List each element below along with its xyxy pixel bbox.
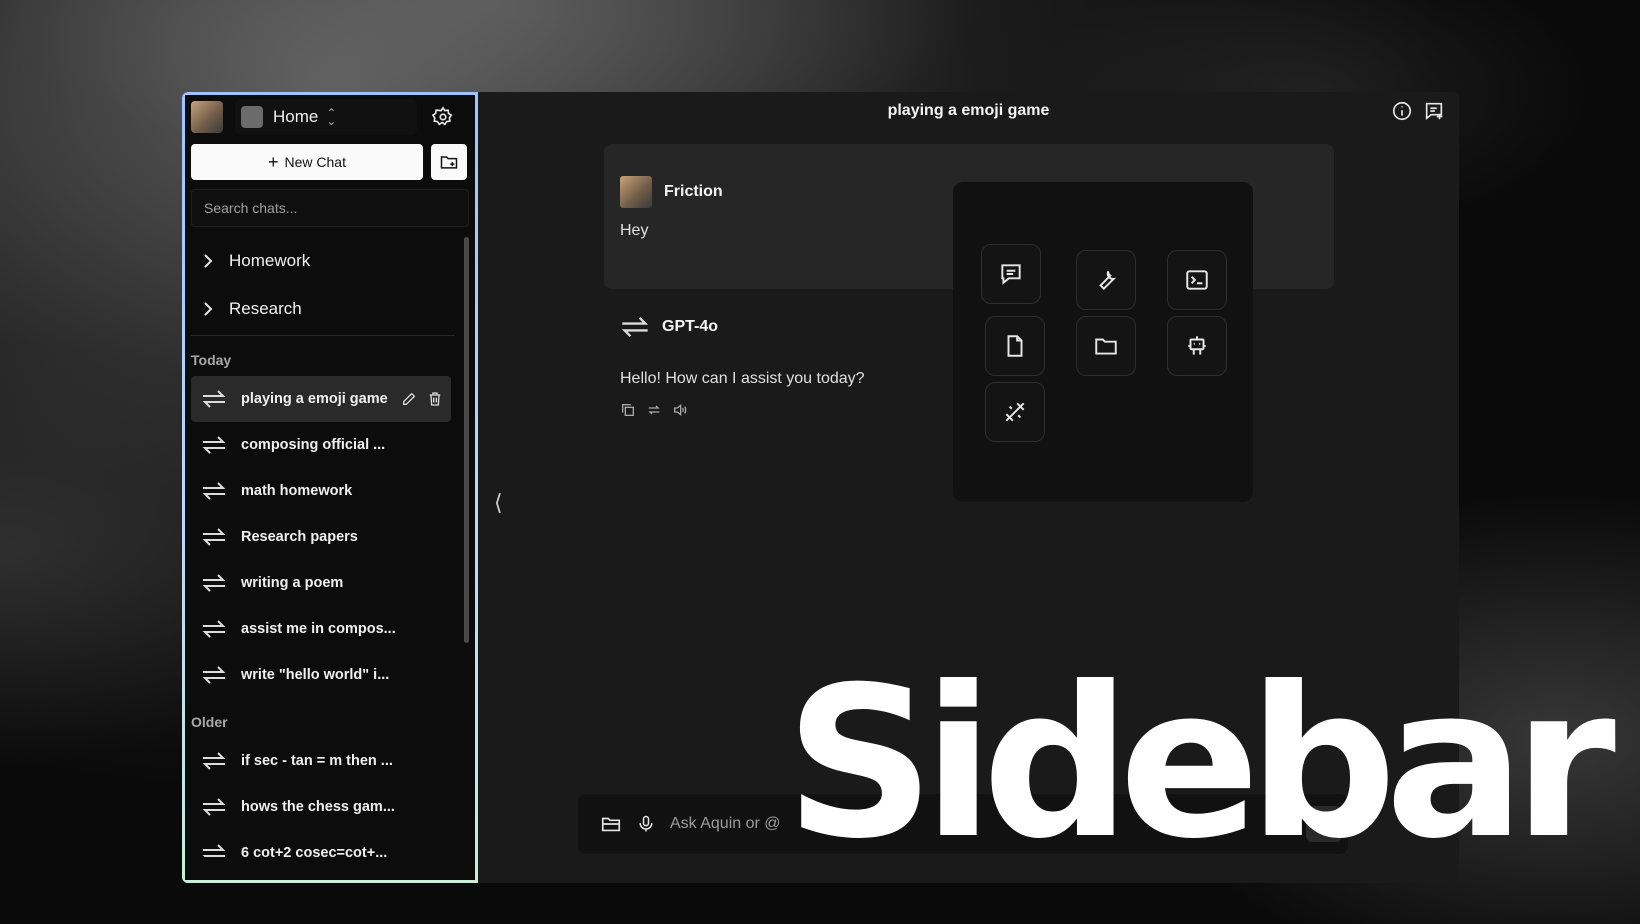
magic-wand-icon: [1005, 402, 1025, 422]
chevron-right-icon: [203, 254, 215, 268]
regenerate-icon[interactable]: [646, 402, 662, 418]
chat-list[interactable]: Homework Research Today playing a emoji …: [185, 227, 475, 857]
folder-plus-icon: [440, 156, 458, 169]
tool-file-button[interactable]: [985, 316, 1045, 376]
model-icon: [201, 388, 227, 410]
wrench-icon: [1099, 270, 1117, 291]
user-message-text: Hey: [620, 222, 649, 239]
new-folder-button[interactable]: [431, 144, 467, 180]
sidebar-header: Home ⌃ ⌄: [185, 95, 475, 139]
edit-icon[interactable]: [401, 391, 417, 407]
chat-icon: [1001, 264, 1021, 285]
chat-actions: [401, 391, 451, 407]
model-icon: [201, 434, 227, 456]
section-older: Older: [191, 714, 228, 730]
tool-magic-button[interactable]: [985, 382, 1045, 442]
chat-item[interactable]: Research papers: [191, 514, 451, 560]
message-actions: [620, 402, 688, 418]
tool-chat-button[interactable]: [981, 244, 1041, 304]
chat-item[interactable]: playing a emoji game: [191, 376, 451, 422]
chevron-right-icon: [203, 302, 215, 316]
model-icon: [201, 796, 227, 818]
chat-title: writing a poem: [241, 575, 344, 591]
section-today: Today: [191, 352, 232, 368]
user-message-header: Friction: [620, 176, 723, 208]
chat-item[interactable]: composing official ...: [191, 422, 451, 468]
chat-item[interactable]: assist me in compos...: [191, 606, 451, 652]
gear-icon[interactable]: [429, 103, 457, 131]
model-icon: [621, 316, 649, 338]
collapse-sidebar-button[interactable]: ⟨: [494, 490, 503, 516]
chat-item[interactable]: if sec - tan = m then ...: [191, 738, 451, 784]
model-icon: [201, 664, 227, 686]
chat-title: 6 cot+2 cosec=cot+...: [241, 845, 388, 857]
microphone-icon[interactable]: [636, 813, 656, 835]
folder-label: Research: [229, 299, 302, 318]
workspace-icon: [241, 106, 263, 128]
terminal-icon: [1186, 270, 1208, 290]
new-chat-button[interactable]: + New Chat: [191, 144, 423, 180]
chat-title: assist me in compos...: [241, 621, 396, 637]
model-icon: [201, 572, 227, 594]
chat-title: hows the chess gam...: [241, 799, 395, 815]
chat-title: playing a emoji game: [241, 391, 388, 407]
tool-wrench-button[interactable]: [1076, 250, 1136, 310]
folder-homework[interactable]: Homework: [185, 237, 475, 285]
tool-folder-button[interactable]: [1076, 316, 1136, 376]
new-chat-label: New Chat: [284, 154, 346, 170]
chat-item[interactable]: write "hello world" i...: [191, 652, 451, 698]
search-input[interactable]: [204, 200, 456, 216]
new-chat-row: + New Chat: [185, 139, 475, 185]
chat-item[interactable]: 6 cot+2 cosec=cot+...: [191, 830, 451, 857]
folder-open-icon[interactable]: [600, 813, 622, 835]
tool-terminal-button[interactable]: [1167, 250, 1227, 310]
chat-title: Research papers: [241, 529, 358, 545]
chat-item[interactable]: math homework: [191, 468, 451, 514]
assistant-name: GPT-4o: [662, 318, 719, 335]
assistant-message-header: GPT-4o: [620, 314, 718, 340]
model-icon: [201, 618, 227, 640]
folder-research[interactable]: Research: [185, 285, 475, 333]
chat-title: if sec - tan = m then ...: [241, 753, 393, 769]
chevron-updown-icon: ⌃ ⌄: [326, 106, 337, 128]
speaker-icon[interactable]: [672, 402, 688, 418]
chat-item[interactable]: writing a poem: [191, 560, 451, 606]
header-actions: [1391, 100, 1445, 122]
sidebar: Home ⌃⌄ + New Chat Homework: [182, 92, 478, 883]
chat-title: write "hello world" i...: [241, 667, 390, 683]
divider: [191, 335, 455, 336]
tool-robot-button[interactable]: [1167, 316, 1227, 376]
folder-icon: [1095, 338, 1117, 355]
copy-icon[interactable]: [620, 402, 636, 418]
search-chats: [191, 189, 469, 227]
user-avatar[interactable]: [191, 101, 223, 133]
plus-icon: +: [268, 152, 279, 172]
user-name: Friction: [664, 183, 723, 200]
assistant-message-text: Hello! How can I assist you today?: [620, 370, 865, 387]
chat-item[interactable]: hows the chess gam...: [191, 784, 451, 830]
new-message-icon[interactable]: [1423, 100, 1445, 122]
chat-title: composing official ...: [241, 437, 386, 453]
model-icon: [201, 480, 227, 502]
tools-popup: [953, 182, 1253, 502]
avatar: [620, 176, 652, 208]
robot-icon: [1188, 336, 1206, 355]
chat-title: math homework: [241, 483, 353, 499]
model-icon: [201, 750, 227, 772]
chat-title-header: playing a emoji game: [887, 102, 1050, 119]
workspace-switcher[interactable]: Home ⌃ ⌄: [235, 99, 417, 135]
folder-label: Homework: [229, 251, 311, 270]
file-icon: [1007, 335, 1023, 357]
scrollbar[interactable]: [464, 237, 469, 643]
workspace-name: Home: [273, 107, 319, 126]
trash-icon[interactable]: [427, 391, 443, 407]
info-icon[interactable]: [1391, 100, 1413, 122]
model-icon: [201, 842, 227, 857]
model-icon: [201, 526, 227, 548]
overlay-title: Sidebar: [785, 643, 1616, 885]
